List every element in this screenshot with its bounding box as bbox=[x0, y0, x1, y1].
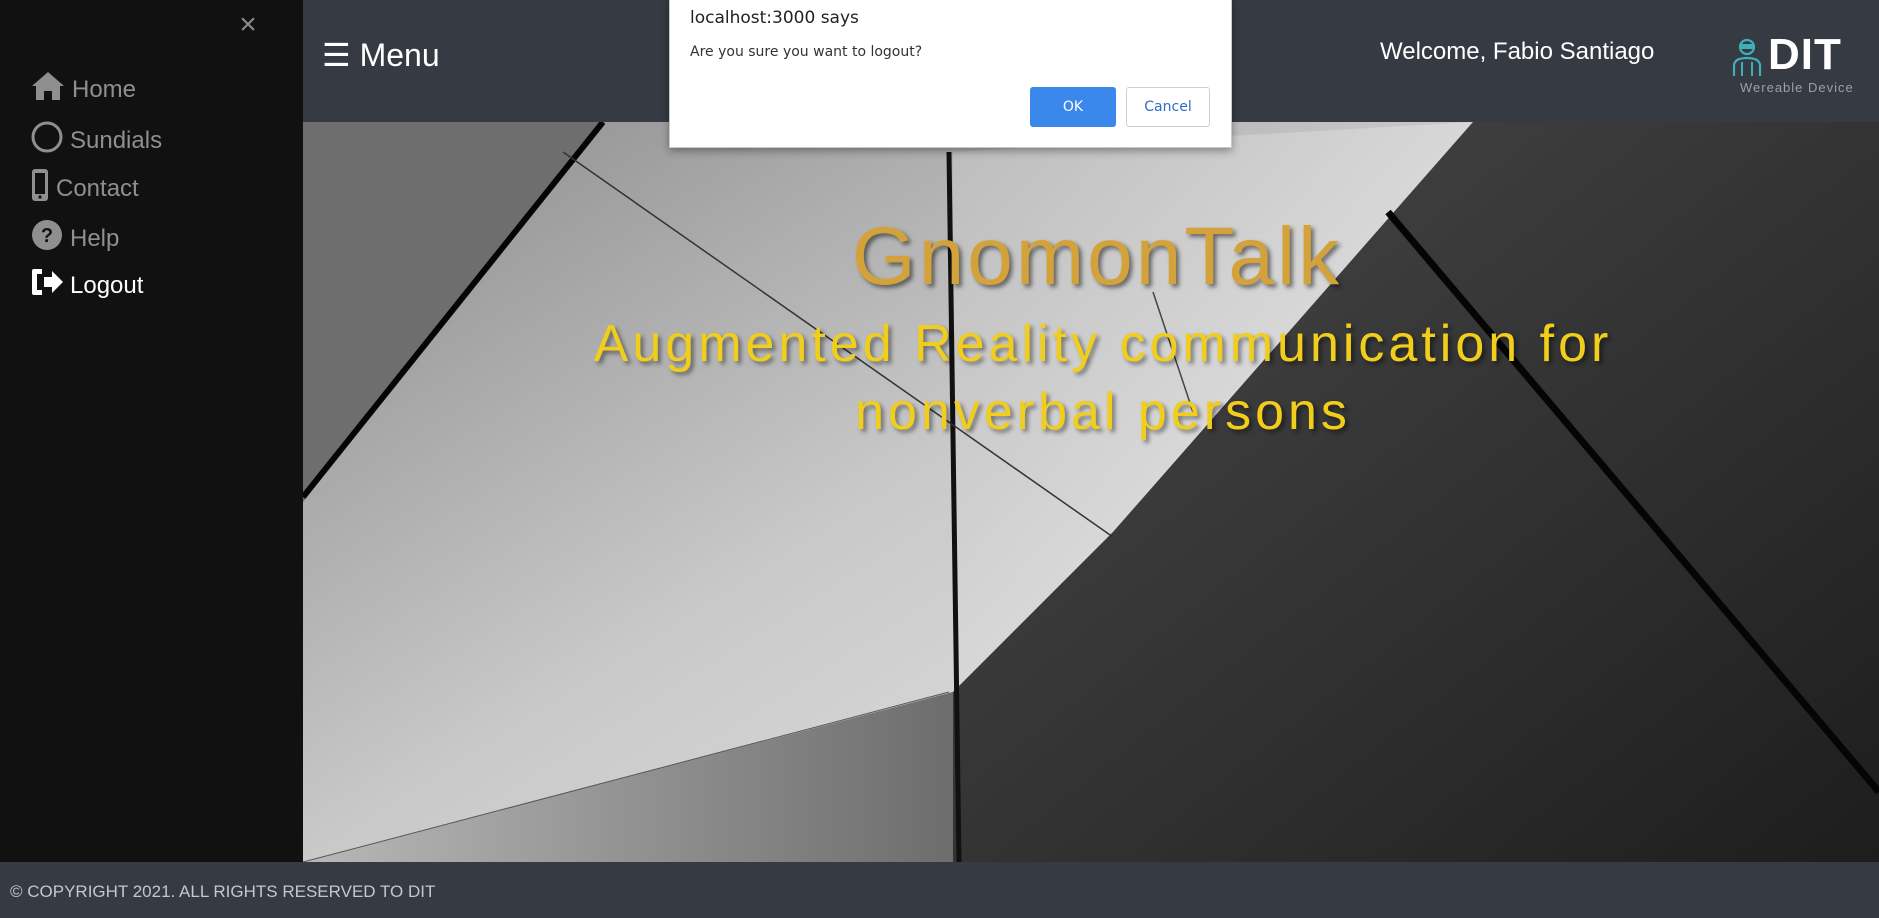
circle-icon bbox=[30, 120, 64, 161]
sidebar-item-home[interactable]: Home bbox=[30, 70, 136, 109]
wearable-person-icon bbox=[1730, 38, 1764, 83]
ok-button[interactable]: OK bbox=[1030, 87, 1116, 127]
sidebar-item-label: Help bbox=[70, 224, 120, 252]
logout-icon bbox=[30, 267, 64, 304]
welcome-text: Welcome, Fabio Santiago bbox=[1380, 38, 1655, 65]
footer: © COPYRIGHT 2021. ALL RIGHTS RESERVED TO… bbox=[0, 862, 1879, 918]
sidebar-item-contact[interactable]: Contact bbox=[30, 168, 139, 209]
sidebar-item-label: Home bbox=[72, 75, 137, 103]
sidebar-item-help[interactable]: ? Help bbox=[30, 218, 119, 259]
cancel-button[interactable]: Cancel bbox=[1126, 87, 1210, 127]
menu-toggle-button[interactable]: ☰ Menu bbox=[322, 36, 440, 74]
dialog-message: Are you sure you want to logout? bbox=[690, 44, 923, 60]
hero-section: GnomonTalk Augmented Reality communicati… bbox=[303, 122, 1879, 862]
logo-text: DIT bbox=[1768, 30, 1842, 79]
close-sidebar-button[interactable]: × bbox=[236, 8, 260, 42]
logo: DIT Wereable Device bbox=[1730, 30, 1870, 96]
home-icon bbox=[30, 70, 66, 109]
sidebar-item-label: Logout bbox=[70, 271, 144, 299]
question-circle-icon: ? bbox=[30, 218, 64, 259]
mobile-icon bbox=[30, 168, 50, 209]
logout-confirm-dialog: localhost:3000 says Are you sure you wan… bbox=[669, 0, 1232, 148]
hero-subtitle: Augmented Reality communication for nonv… bbox=[593, 315, 1613, 441]
sidebar-item-label: Sundials bbox=[70, 126, 163, 154]
sidebar: × Home Sundials Contact ? Help Logout bbox=[0, 0, 303, 862]
dialog-title: localhost:3000 says bbox=[690, 8, 859, 28]
sidebar-item-sundials[interactable]: Sundials bbox=[30, 120, 162, 161]
sidebar-item-label: Contact bbox=[56, 174, 139, 202]
logo-subtitle: Wereable Device bbox=[1740, 80, 1854, 95]
close-icon: × bbox=[239, 8, 257, 41]
svg-text:?: ? bbox=[41, 225, 53, 247]
sidebar-item-logout[interactable]: Logout bbox=[30, 267, 143, 304]
copyright-text: © COPYRIGHT 2021. ALL RIGHTS RESERVED TO… bbox=[10, 882, 436, 901]
hero-title: GnomonTalk bbox=[851, 211, 1343, 302]
